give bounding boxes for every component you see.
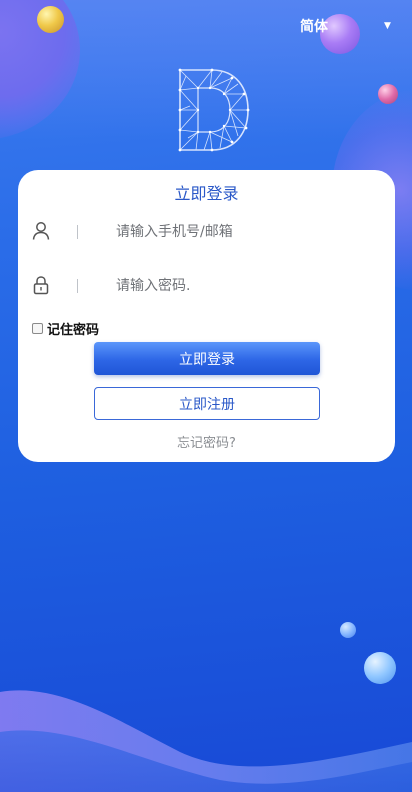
password-separator <box>77 279 78 293</box>
username-separator <box>77 225 78 239</box>
background-wave <box>0 690 412 792</box>
username-field <box>32 214 382 250</box>
password-field <box>32 268 382 304</box>
language-selector[interactable]: 简体 ▼ <box>300 16 391 36</box>
remember-label: 记住密码 <box>47 323 100 338</box>
user-icon <box>32 222 50 240</box>
dropdown-arrow-icon: ▼ <box>384 21 391 31</box>
decorative-pink-ball <box>378 84 398 104</box>
decorative-gold-ball <box>37 6 64 33</box>
register-button[interactable]: 立即注册 <box>94 387 320 420</box>
app-logo <box>178 68 250 152</box>
remember-password[interactable]: 记住密码 <box>32 319 99 338</box>
decorative-small-blue-ball <box>340 622 356 638</box>
login-button[interactable]: 立即登录 <box>94 342 320 375</box>
lock-icon <box>33 276 49 295</box>
language-label: 简体 <box>300 19 328 35</box>
username-input[interactable] <box>116 217 376 247</box>
login-card: 立即登录 记住密码 立即登录 立即注册 忘记密码? <box>18 170 395 462</box>
password-input[interactable] <box>116 271 376 301</box>
remember-checkbox[interactable] <box>32 323 43 334</box>
login-title: 立即登录 <box>174 184 239 203</box>
forgot-password-link[interactable]: 忘记密码? <box>18 432 395 451</box>
